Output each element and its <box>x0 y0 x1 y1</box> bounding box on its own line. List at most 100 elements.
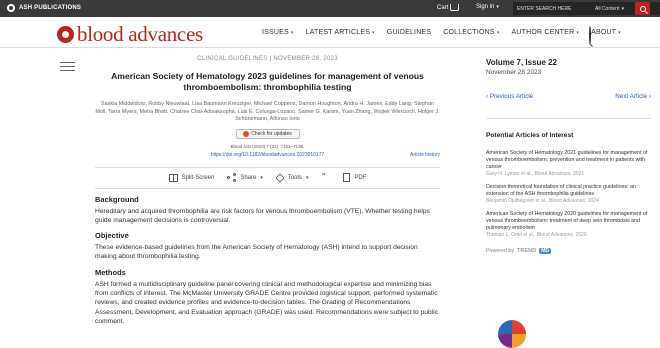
global-search: All Content ▾ <box>513 2 660 15</box>
powered-by-trendmd[interactable]: Powered by TREND MD <box>486 248 651 254</box>
nav-author-center[interactable]: AUTHOR CENTER ▾ <box>512 29 580 36</box>
share-icon <box>227 173 237 182</box>
search-icon <box>639 5 646 12</box>
advertisement-graphic[interactable] <box>498 320 526 348</box>
article-main: CLINICAL GUIDELINES | NOVEMBER 28, 2023 … <box>95 56 440 326</box>
nav-label: AUTHOR CENTER <box>511 29 575 36</box>
nav-latest-articles[interactable]: LATEST ARTICLES ▾ <box>306 29 375 36</box>
wrench-icon <box>275 172 285 183</box>
doi-row: https://doi.org/10.1182/bloodadvances.20… <box>95 152 440 161</box>
tools-label: Tools <box>287 174 302 181</box>
author-list[interactable]: Saskia Middeldorp, Robby Nieuwlaat, Lisa… <box>95 101 440 124</box>
related-title: Decision theoretical foundation of clini… <box>486 184 636 197</box>
search-scope-select[interactable]: All Content ▾ <box>585 6 635 12</box>
article-history-link[interactable]: Article history <box>410 152 440 158</box>
blood-advances-logo[interactable]: blood advances <box>57 24 203 45</box>
chevron-down-icon: ▾ <box>290 29 294 36</box>
toc-toggle-icon[interactable] <box>60 62 75 74</box>
nav-issues[interactable]: ISSUES ▾ <box>262 29 294 36</box>
previous-label: Previous Article <box>489 93 534 100</box>
related-title: American Society of Hematology 2020 guid… <box>486 211 648 231</box>
chevron-down-icon: ▾ <box>576 29 580 36</box>
section-objective: Objective These evidence-based guideline… <box>95 231 440 262</box>
share-button[interactable]: Share ▾ <box>227 173 263 182</box>
nav-guidelines[interactable]: GUIDELINES <box>387 29 431 36</box>
next-article-link[interactable]: Next Article › <box>615 93 651 100</box>
chevron-down-icon: ▾ <box>621 5 624 12</box>
article-meta: CLINICAL GUIDELINES | NOVEMBER 28, 2023 <box>197 56 338 62</box>
cite-button[interactable]: ” <box>321 172 330 183</box>
related-authors: Thomas L. Ortel et al., Blood Advances, … <box>486 232 587 238</box>
tools-button[interactable]: Tools ▾ <box>275 172 309 183</box>
section-body: Hereditary and acquired thrombophilia ar… <box>95 207 430 224</box>
brand-label: ASH PUBLICATIONS <box>19 5 82 11</box>
section-heading: Background <box>95 194 139 204</box>
chevron-down-icon: ▾ <box>618 29 621 36</box>
split-screen-icon <box>168 173 178 182</box>
trend-text: TREND <box>516 248 537 254</box>
next-label: Next Article <box>615 93 648 100</box>
nav-search-button[interactable] <box>589 26 599 45</box>
check-updates-label: Check for updates <box>251 130 292 137</box>
logo-mark-icon <box>57 26 74 43</box>
related-authors: Benjamin Djulbegovic et al., Blood Advan… <box>486 198 599 204</box>
search-button[interactable] <box>635 2 650 15</box>
previous-article-link[interactable]: ‹ Previous Article <box>486 93 533 100</box>
issue-volume[interactable]: Volume 7, Issue 22 <box>486 58 651 67</box>
article-pagination: ‹ Previous Article Next Article › <box>486 93 651 103</box>
article-title: American Society of Hematology 2023 guid… <box>111 71 424 92</box>
search-scope-label: All Content <box>595 5 620 12</box>
issue-date: November 28 2023 <box>486 69 542 76</box>
section-body: ASH formed a multidisciplinary guideline… <box>95 280 439 325</box>
chevron-down-icon: ▾ <box>260 174 263 181</box>
trendmd-logo: TREND <box>517 248 536 254</box>
related-item[interactable]: American Society of Hematology 2021 guid… <box>486 150 651 178</box>
section-heading: Methods <box>95 267 126 277</box>
section-body: These evidence-based guidelines from the… <box>95 244 418 261</box>
chevron-down-icon: ▾ <box>305 174 309 181</box>
trendmd-md-badge: MD <box>539 248 552 254</box>
check-for-updates-button[interactable]: Check for updates <box>235 128 300 139</box>
sign-in-label: Sign in <box>476 4 495 10</box>
related-heading: Potential Articles of Interest <box>486 132 574 139</box>
main-nav: ISSUES ▾ LATEST ARTICLES ▾ GUIDELINES COLL… <box>262 29 621 36</box>
section-background: Background Hereditary and acquired throm… <box>95 195 440 226</box>
sign-in-link[interactable]: Sign in ▾ <box>476 4 499 10</box>
cart-label: Cart <box>437 4 449 11</box>
article-toolbar: Split-Screen Share ▾ Tools ▾ ” PDF <box>95 166 440 189</box>
nav-label: ISSUES <box>262 29 289 36</box>
cart-link[interactable]: Cart <box>437 4 460 11</box>
split-screen-label: Split-Screen <box>181 174 215 181</box>
top-bar: ASH PUBLICATIONS Cart Sign in ▾ All Cont… <box>0 0 660 17</box>
nav-label: LATEST ARTICLES <box>305 29 371 36</box>
nav-label: COLLECTIONS <box>443 29 495 36</box>
chevron-down-icon: ▾ <box>372 29 375 36</box>
split-screen-button[interactable]: Split-Screen <box>168 173 215 182</box>
quote-icon: ” <box>321 172 326 183</box>
chevron-down-icon: ▾ <box>496 29 500 36</box>
crossmark-icon <box>243 130 250 137</box>
pdf-button[interactable]: PDF <box>343 173 366 182</box>
ash-publications-brand[interactable]: ASH PUBLICATIONS <box>7 4 81 12</box>
doi-link[interactable]: https://doi.org/10.1182/bloodadvances.20… <box>95 152 440 158</box>
share-label: Share <box>240 174 257 181</box>
related-item[interactable]: American Society of Hematology 2020 guid… <box>486 211 651 239</box>
search-input[interactable] <box>513 5 585 12</box>
ash-logo-icon <box>7 4 15 12</box>
related-item[interactable]: Decision theoretical foundation of clini… <box>486 184 651 205</box>
search-icon <box>589 26 591 45</box>
related-list: American Society of Hematology 2021 guid… <box>486 150 651 239</box>
divider <box>486 118 651 119</box>
nav-collections[interactable]: COLLECTIONS ▾ <box>443 29 499 36</box>
nav-label: GUIDELINES <box>386 29 432 36</box>
related-title: American Society of Hematology 2021 guid… <box>486 150 648 170</box>
logo-text: blood advances <box>77 22 203 46</box>
site-header: blood advances ISSUES ▾ LATEST ARTICLES ▾ … <box>0 17 660 48</box>
section-methods: Methods ASH formed a multidisciplinary g… <box>95 268 440 326</box>
pdf-icon <box>343 173 351 182</box>
section-heading: Objective <box>95 231 129 241</box>
citation: Blood Adv (2023) 7 (22): 7101–7138. <box>230 143 305 149</box>
right-sidebar: Volume 7, Issue 22 November 28 2023 ‹ Pr… <box>486 56 651 254</box>
related-authors: Gary H. Lyman et al., Blood Advances, 20… <box>486 171 585 177</box>
powered-by-label: Powered by <box>486 248 514 254</box>
